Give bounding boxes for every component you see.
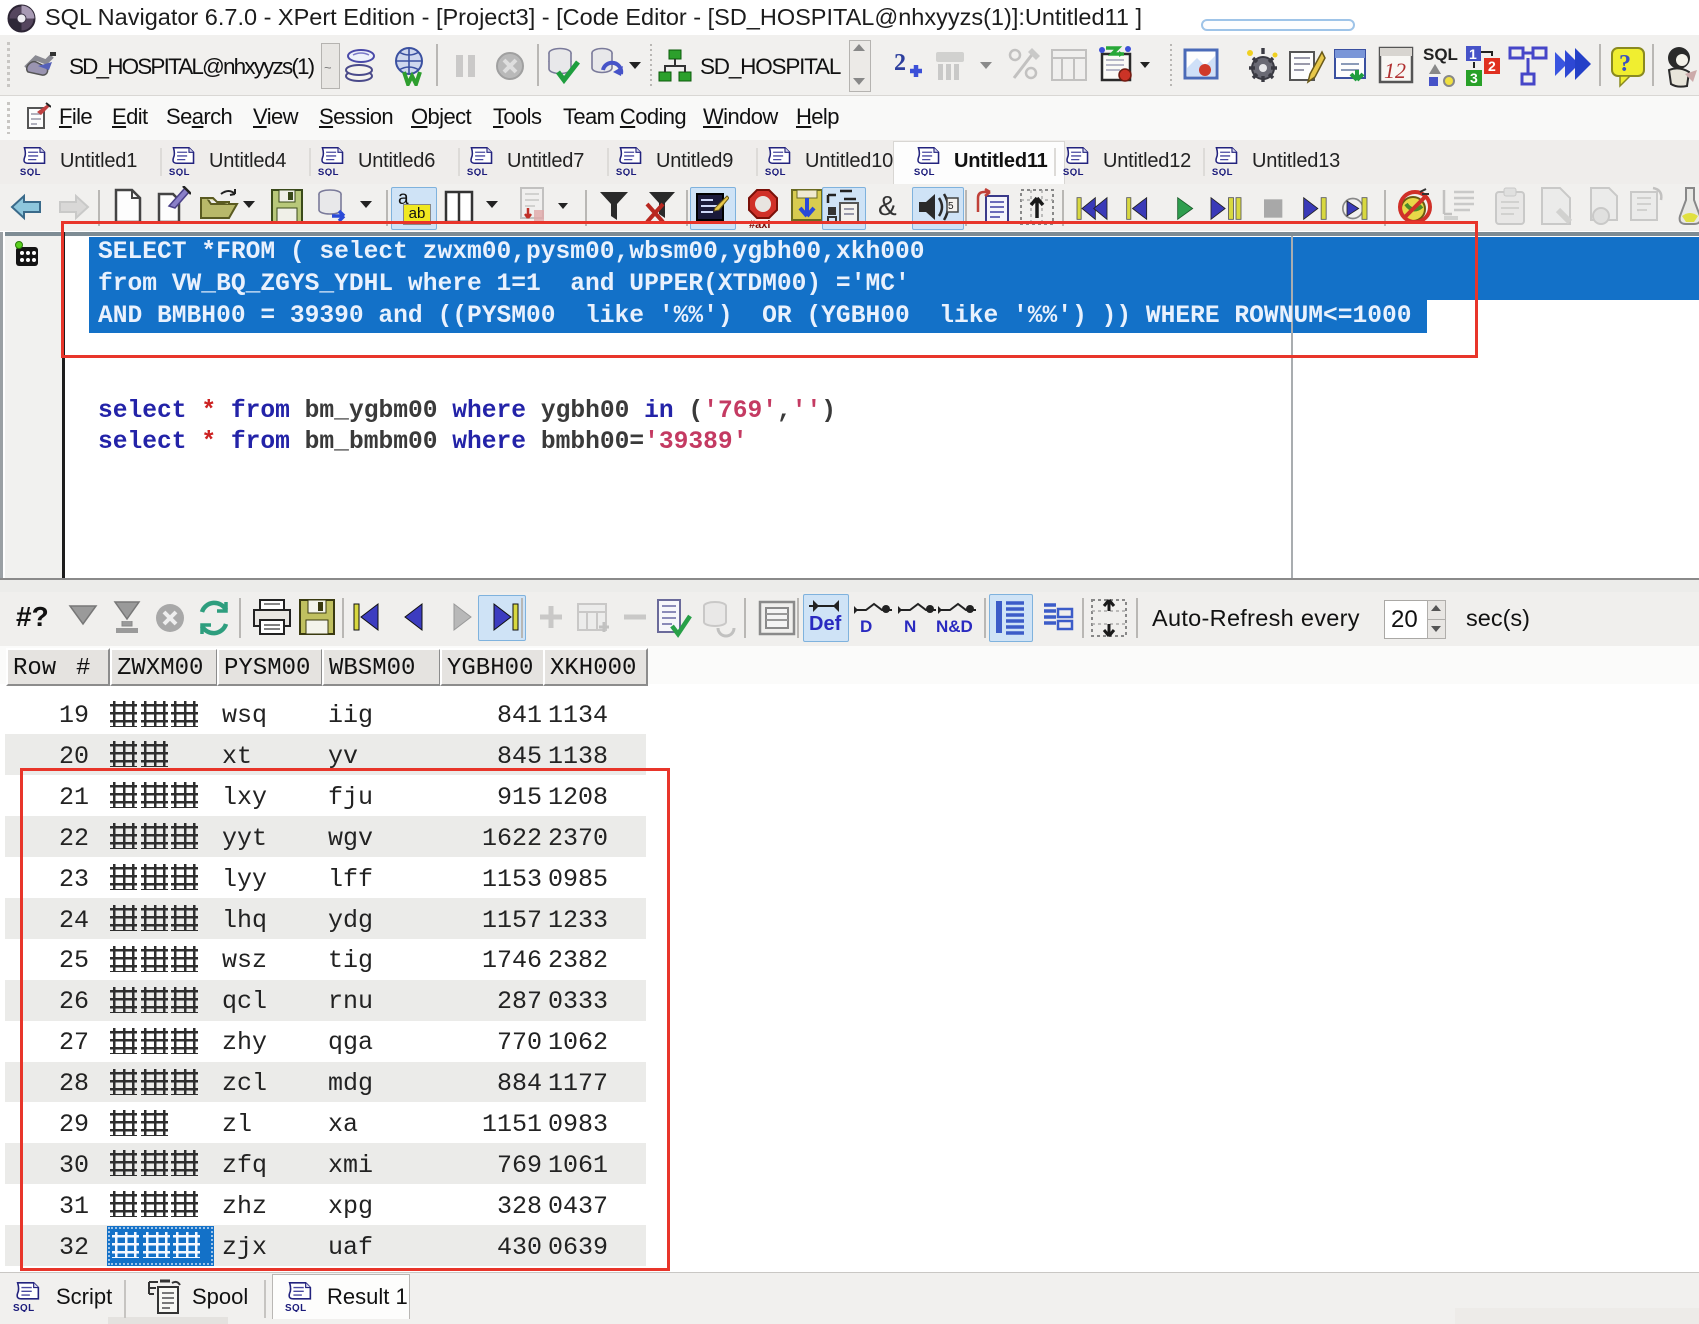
svg-text:SQL: SQL [13,1303,35,1312]
svg-text:5: 5 [948,201,954,212]
svg-text:1: 1 [1469,46,1477,62]
svg-text:SQL: SQL [467,167,488,176]
svg-text:SQL: SQL [914,167,935,176]
svg-text:SQL: SQL [765,167,786,176]
svg-text:?: ? [1619,51,1631,77]
svg-text:SQL: SQL [1423,45,1458,64]
svg-text:N&D: N&D [936,617,973,636]
svg-text:D: D [860,617,872,636]
svg-text:2: 2 [894,50,906,76]
svg-text:SQL: SQL [318,167,339,176]
svg-text:3: 3 [1470,70,1478,86]
svg-text:12: 12 [1384,58,1406,83]
svg-text:SQL: SQL [20,167,41,176]
svg-text:SQL: SQL [616,167,637,176]
svg-text:N: N [904,617,916,636]
svg-text:SQL: SQL [285,1303,307,1312]
svg-text:SQL: SQL [1212,167,1233,176]
svg-text:SQL: SQL [169,167,190,176]
svg-text:2: 2 [1488,58,1496,74]
svg-text:SQL: SQL [1063,167,1084,176]
